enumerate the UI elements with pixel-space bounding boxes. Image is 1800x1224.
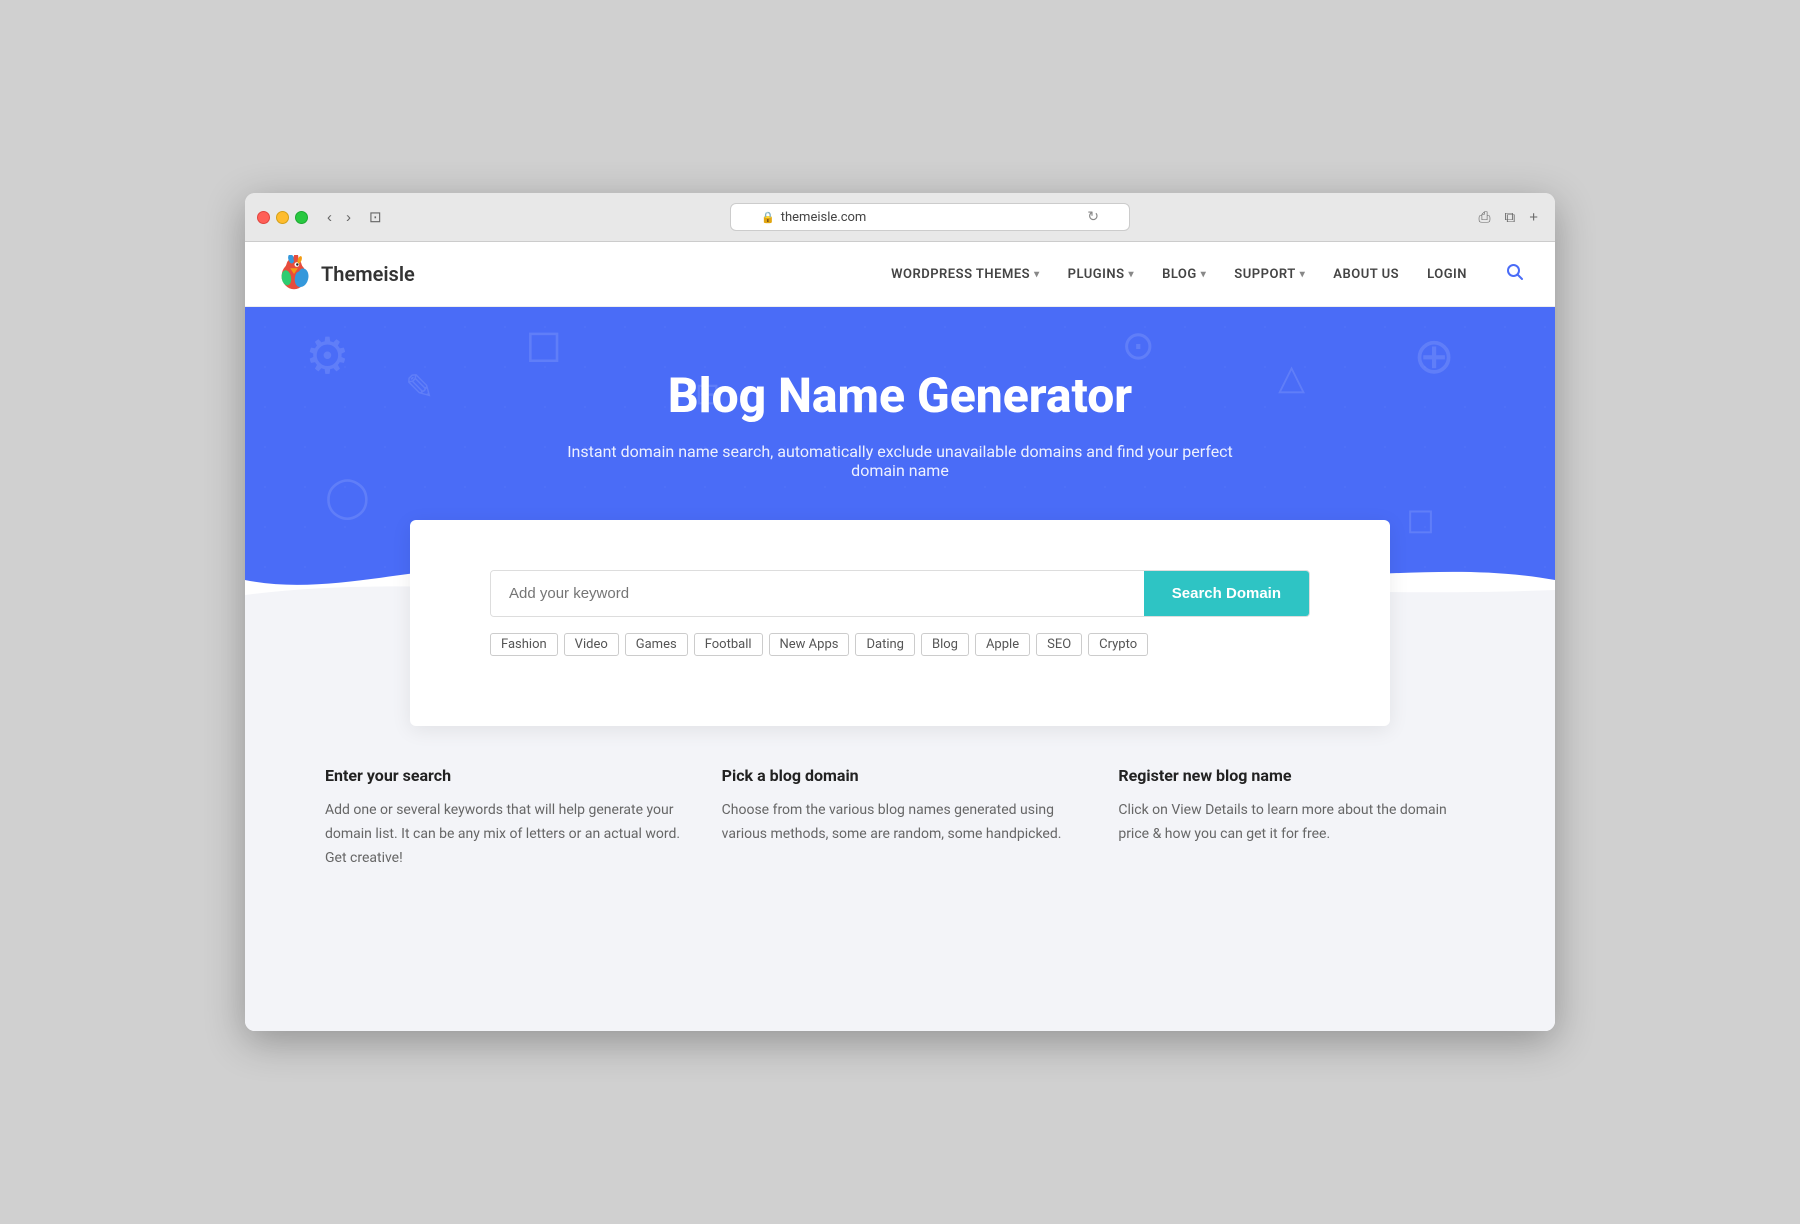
site-content: Themeisle WORDPRESS THEMES ▾ PLUGINS ▾ B… [245,242,1555,1030]
share-button[interactable]: ⎙ [1474,207,1496,228]
main-content: Search Domain Fashion Video Games Footba… [245,600,1555,990]
feature-pick-domain: Pick a blog domain Choose from the vario… [722,746,1079,890]
traffic-lights [257,211,308,224]
browser-actions: ⎙ ⧉ + [1474,207,1544,228]
logo-text: Themeisle [321,262,415,286]
nav-support[interactable]: SUPPORT ▾ [1234,267,1305,282]
nav-login[interactable]: LOGIN [1427,267,1467,282]
nav-links: WORDPRESS THEMES ▾ PLUGINS ▾ BLOG ▾ SUPP… [891,262,1525,287]
nav-about-us[interactable]: ABOUT US [1333,267,1399,282]
bottom-padding [245,991,1555,1031]
reload-icon[interactable]: ↻ [1087,209,1099,225]
hero-subtitle: Instant domain name search, automaticall… [550,442,1250,480]
chevron-icon: ▾ [1034,269,1040,280]
site-navigation: Themeisle WORDPRESS THEMES ▾ PLUGINS ▾ B… [245,242,1555,307]
keyword-tag-seo[interactable]: SEO [1036,633,1082,656]
keyword-tag-video[interactable]: Video [564,633,619,656]
forward-button[interactable]: › [341,207,356,228]
url-text: themeisle.com [781,210,867,225]
keyword-tag-new-apps[interactable]: New Apps [769,633,850,656]
browser-window: ‹ › ⊡ 🔒 themeisle.com ↻ ⎙ ⧉ + [245,193,1555,1030]
back-button[interactable]: ‹ [322,207,337,228]
address-bar-container: 🔒 themeisle.com ↻ [395,203,1466,231]
lock-icon: 🔒 [761,211,775,224]
feature-enter-search: Enter your search Add one or several key… [325,746,682,890]
search-box: Search Domain [490,570,1310,617]
nav-buttons: ‹ › [322,207,356,228]
browser-chrome: ‹ › ⊡ 🔒 themeisle.com ↻ ⎙ ⧉ + [245,193,1555,242]
nav-plugins[interactable]: PLUGINS ▾ [1068,267,1134,282]
feature-description-3: Click on View Details to learn more abou… [1118,799,1475,847]
keyword-tag-games[interactable]: Games [625,633,688,656]
nav-blog[interactable]: BLOG ▾ [1162,267,1206,282]
feature-register-name: Register new blog name Click on View Det… [1118,746,1475,890]
search-domain-button[interactable]: Search Domain [1144,571,1309,616]
maximize-button[interactable] [295,211,308,224]
search-icon[interactable] [1505,262,1525,287]
add-tab-button[interactable]: ⧉ [1500,207,1521,228]
feature-description-1: Add one or several keywords that will he… [325,799,682,870]
logo-area[interactable]: Themeisle [275,255,415,293]
address-bar[interactable]: 🔒 themeisle.com ↻ [730,203,1130,231]
features-section: Enter your search Add one or several key… [245,746,1555,950]
search-card: Search Domain Fashion Video Games Footba… [410,520,1390,726]
chevron-icon: ▾ [1300,269,1306,280]
hero-title: Blog Name Generator [275,367,1525,424]
nav-wordpress-themes[interactable]: WORDPRESS THEMES ▾ [891,267,1040,282]
keyword-tags: Fashion Video Games Football New Apps Da… [490,633,1310,656]
keyword-tag-apple[interactable]: Apple [975,633,1030,656]
feature-title-3: Register new blog name [1118,766,1475,785]
sidebar-toggle-button[interactable]: ⊡ [364,206,387,228]
keyword-tag-football[interactable]: Football [694,633,763,656]
feature-title-1: Enter your search [325,766,682,785]
feature-description-2: Choose from the various blog names gener… [722,799,1079,847]
keyword-tag-fashion[interactable]: Fashion [490,633,558,656]
chevron-icon: ▾ [1129,269,1135,280]
keyword-tag-crypto[interactable]: Crypto [1088,633,1148,656]
logo-icon [275,255,313,293]
feature-title-2: Pick a blog domain [722,766,1079,785]
keyword-tag-blog[interactable]: Blog [921,633,969,656]
minimize-button[interactable] [276,211,289,224]
chevron-icon: ▾ [1201,269,1207,280]
new-tab-button[interactable]: + [1524,207,1543,228]
close-button[interactable] [257,211,270,224]
search-input[interactable] [491,571,1144,616]
keyword-tag-dating[interactable]: Dating [855,633,915,656]
